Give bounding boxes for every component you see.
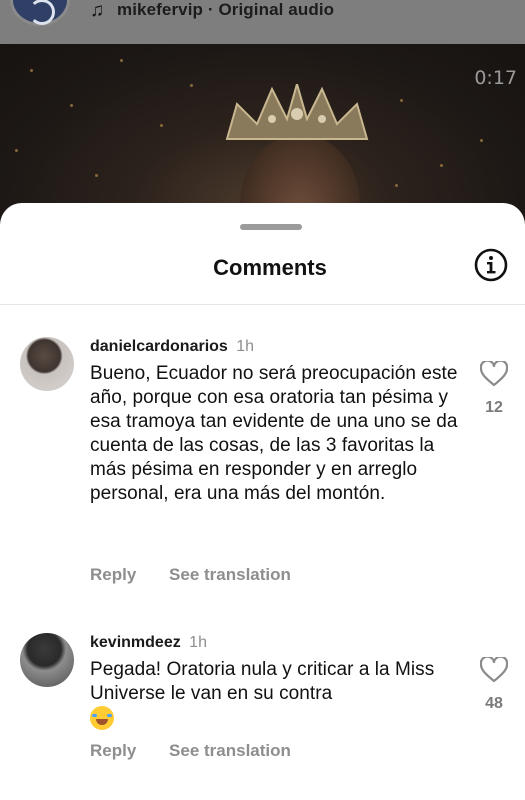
creator-avatar[interactable] bbox=[10, 0, 70, 26]
reply-button[interactable]: Reply bbox=[90, 565, 136, 584]
username[interactable]: kevinmdeez bbox=[90, 634, 181, 651]
comments-sheet: Comments danielcardonarios 1h Bueno, Ecu… bbox=[0, 203, 525, 800]
like-control: 48 bbox=[479, 657, 509, 713]
see-translation-button[interactable]: See translation bbox=[169, 565, 291, 584]
like-control: 12 bbox=[479, 361, 509, 417]
avatar[interactable] bbox=[20, 337, 74, 391]
reply-button[interactable]: Reply bbox=[90, 741, 136, 760]
header-divider bbox=[0, 304, 525, 305]
info-icon[interactable] bbox=[474, 248, 508, 282]
like-count: 48 bbox=[485, 695, 503, 712]
heart-icon[interactable] bbox=[480, 657, 508, 683]
heart-icon[interactable] bbox=[480, 361, 508, 387]
comment-time: 1h bbox=[189, 634, 207, 651]
sheet-title: Comments bbox=[213, 255, 327, 280]
drag-handle[interactable] bbox=[240, 224, 302, 230]
comment-time: 1h bbox=[236, 338, 255, 355]
like-count: 12 bbox=[485, 399, 503, 416]
laughing-emoji-icon bbox=[90, 706, 114, 730]
audio-bar: ♫ mikefervip · Original audio bbox=[0, 0, 525, 44]
comment-actions: Reply See translation bbox=[90, 741, 291, 761]
audio-label[interactable]: mikefervip · Original audio bbox=[117, 0, 334, 20]
comment-text-content: Pegada! Oratoria nula y criticar a la Mi… bbox=[90, 659, 435, 704]
comment-text: Pegada! Oratoria nula y criticar a la Mi… bbox=[90, 658, 460, 733]
comment-header: kevinmdeez 1h bbox=[90, 632, 207, 654]
username[interactable]: danielcardonarios bbox=[90, 338, 228, 355]
video-timestamp: 0:17 bbox=[474, 67, 517, 89]
see-translation-button[interactable]: See translation bbox=[169, 741, 291, 760]
crown-graphic bbox=[225, 84, 369, 140]
comment-actions: Reply See translation bbox=[90, 565, 291, 585]
music-note-icon: ♫ bbox=[90, 0, 105, 21]
comment-header: danielcardonarios 1h bbox=[90, 336, 254, 358]
video-player[interactable]: 0:17 bbox=[0, 44, 525, 224]
comment-text: Bueno, Ecuador no será preocupación este… bbox=[90, 363, 458, 504]
avatar[interactable] bbox=[20, 633, 74, 687]
